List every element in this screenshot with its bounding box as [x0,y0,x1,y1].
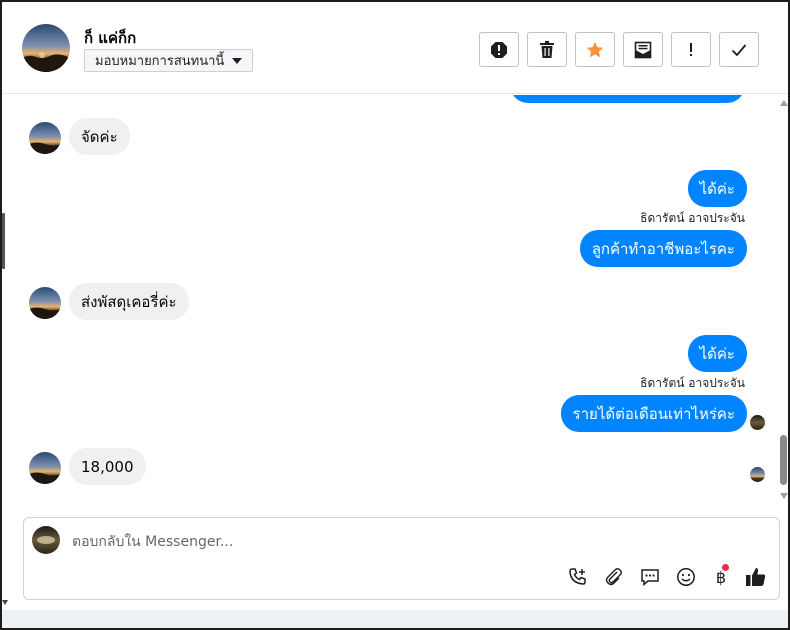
follow-up-button[interactable] [671,32,711,67]
saved-reply-icon [641,569,659,587]
trash-icon [540,40,554,58]
paperclip-icon [605,568,622,586]
attach-button[interactable] [602,565,626,589]
scroll-down-arrow[interactable] [780,493,788,499]
report-spam-button[interactable] [479,32,519,67]
reply-composer: ฿ [23,517,780,600]
outgoing-message[interactable]: ลูกค้าทำอาชีพอะไรคะ [579,230,747,267]
mark-done-button[interactable] [719,32,759,67]
envelope-icon [634,41,652,58]
scroll-up-arrow[interactable] [780,100,788,106]
sender-name: ธิดารัตน์ อาจประจัน [640,211,745,225]
checkmark-icon [731,43,747,56]
message-thread[interactable]: จัดค่ะ ได้ค่ะ ธิดารัตน์ อาจประจัน ลูกค้า… [2,95,788,507]
call-button[interactable] [566,565,590,589]
avatar[interactable] [29,122,61,154]
chevron-down-icon [232,57,243,64]
like-button[interactable] [744,565,768,589]
notification-dot [722,564,729,571]
read-receipt-avatar [750,415,765,430]
reply-input[interactable] [72,532,672,552]
scrollbar[interactable] [778,95,788,507]
conversation-panel: ก็ แค่ก็ก มอบหมายการสนทนานี้ จัดค่ะ ได้ค… [0,0,790,630]
page-avatar [32,526,60,554]
sender-name: ธิดารัตน์ อาจประจัน [640,376,745,390]
star-button[interactable] [575,32,615,67]
incoming-message[interactable]: จัดค่ะ [69,118,130,155]
conversation-header: ก็ แค่ก็ก มอบหมายการสนทนานี้ [2,2,788,94]
contact-avatar[interactable] [22,24,70,72]
phone-plus-icon [569,568,586,585]
footer-strip [2,610,788,628]
avatar[interactable] [29,287,61,319]
emoji-button[interactable] [674,565,698,589]
emoji-icon [677,568,695,586]
resize-marker [2,600,8,605]
scroll-indicator [2,213,5,269]
saved-replies-button[interactable] [638,565,662,589]
assign-conversation-dropdown[interactable]: มอบหมายการสนทนานี้ [84,49,254,72]
thumbs-up-icon [746,568,766,586]
outgoing-message[interactable]: รายได้ต่อเดือนเท่าไหร่คะ [560,395,747,432]
delete-button[interactable] [527,32,567,67]
contact-name[interactable]: ก็ แค่ก็ก [84,26,136,50]
outgoing-message[interactable]: ได้ค่ะ [687,335,747,372]
assign-label: มอบหมายการสนทนานี้ [95,54,225,69]
mark-unread-button[interactable] [623,32,663,67]
incoming-message[interactable]: 18,000 [69,448,146,485]
message-bubble-partial [510,95,745,103]
scroll-thumb[interactable] [780,435,787,485]
star-icon [586,41,604,57]
incoming-message[interactable]: ส่งพัสดุเคอรี่ค่ะ [69,283,189,320]
payment-button[interactable]: ฿ [709,564,733,589]
avatar[interactable] [29,452,61,484]
read-receipt-avatar [750,467,765,482]
exclamation-icon [690,42,692,56]
outgoing-message[interactable]: ได้ค่ะ [687,170,747,207]
alert-octagon-icon [491,41,507,58]
